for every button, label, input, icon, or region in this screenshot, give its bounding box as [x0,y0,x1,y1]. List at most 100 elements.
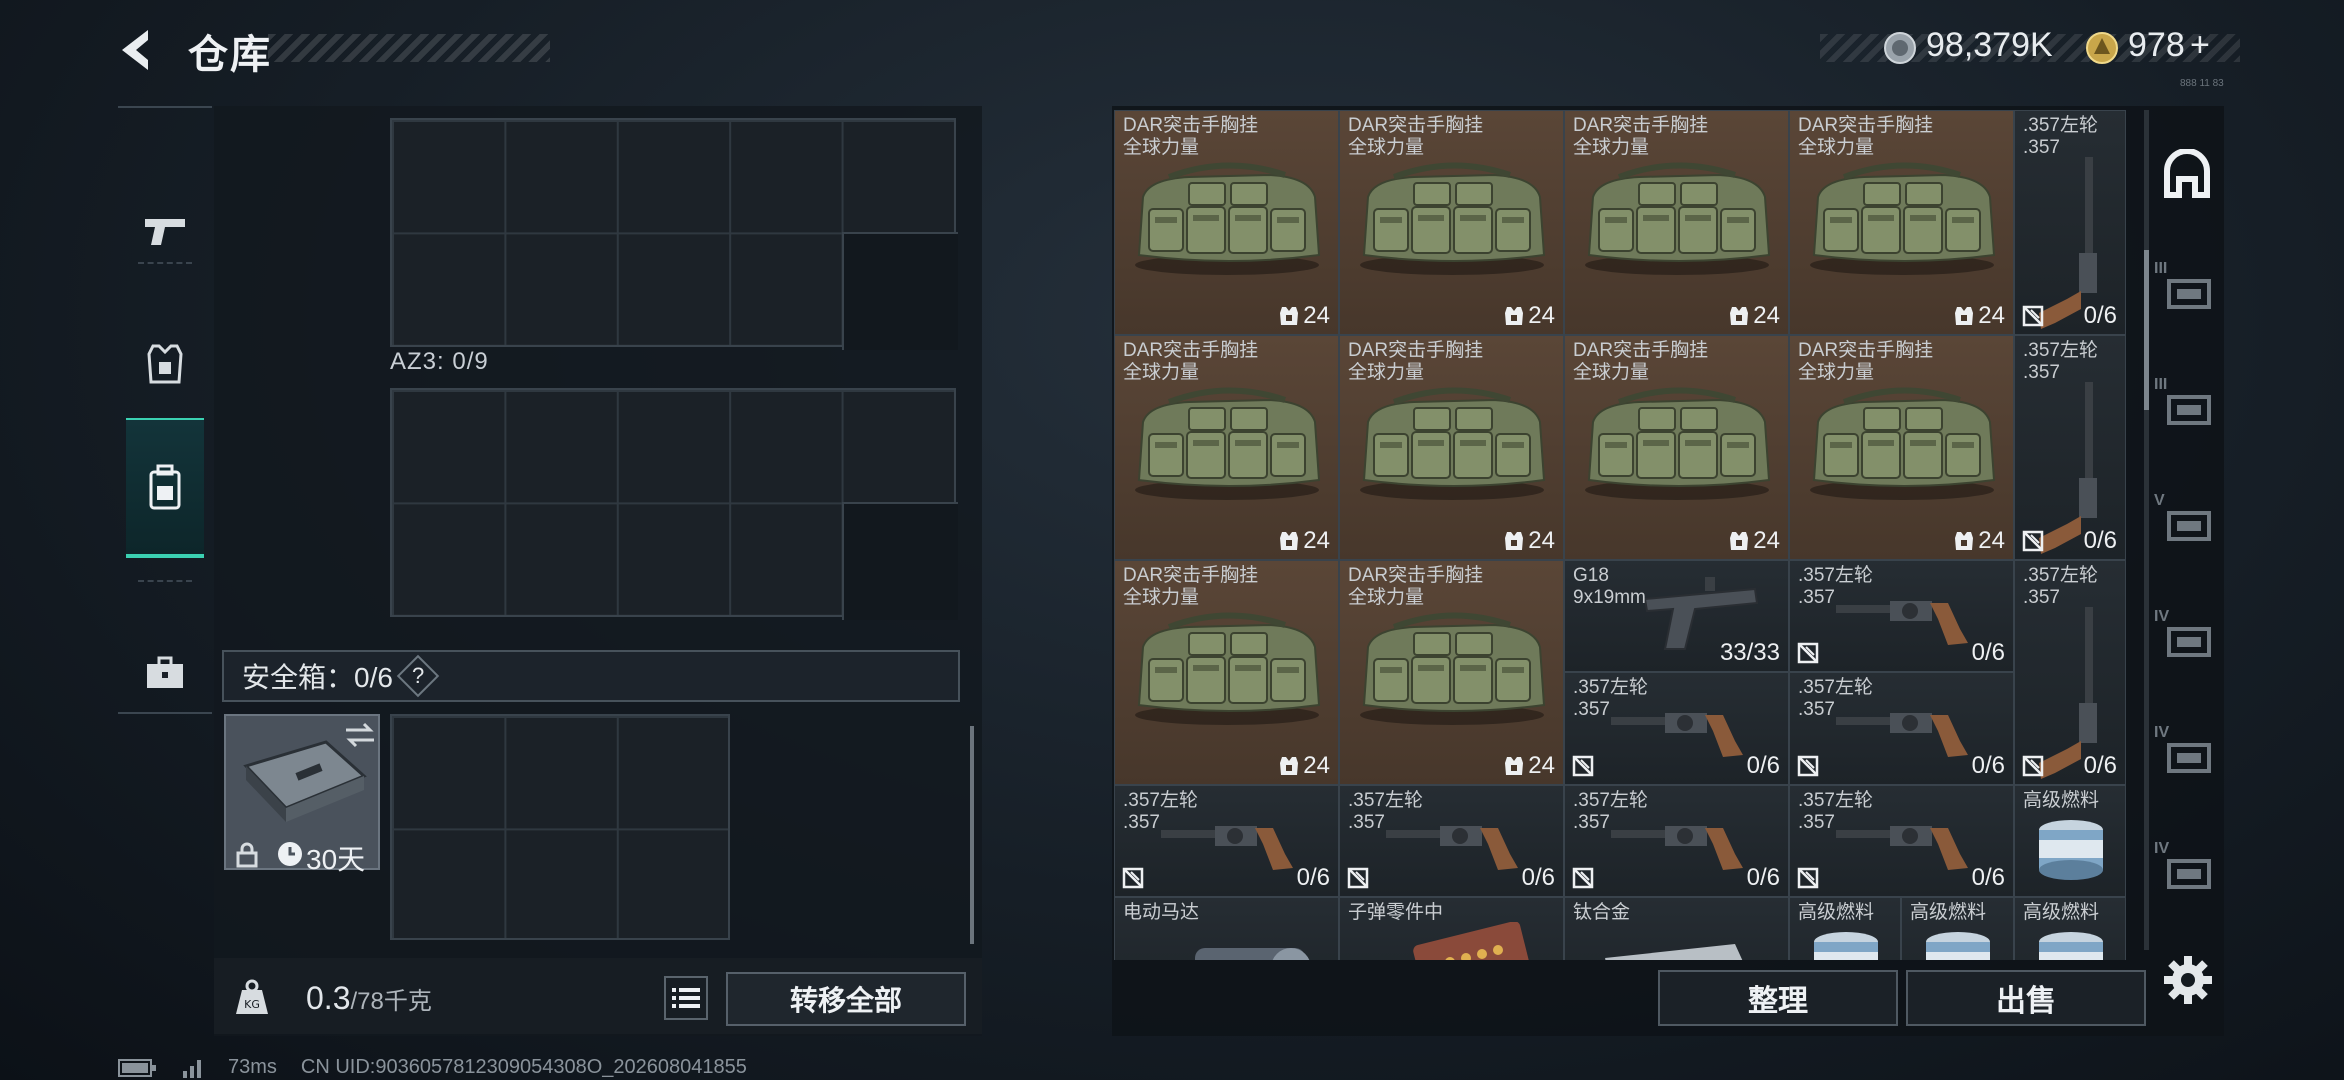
sort-button[interactable]: 整理 [1658,970,1898,1026]
item-value-text: 0/6 [1971,864,2005,891]
item-name-block: .357左轮 .357 [2023,340,2098,384]
item-subtitle: .357 [1798,699,1835,720]
tab-tier-label: V [2154,492,2165,509]
stash-item-fuel[interactable]: 高级燃料 [1901,897,2014,960]
status-footer: 73ms CN UID:9036057812309054308O_2026080… [118,1056,747,1079]
item-subtitle: 全球力量 [1348,587,1425,608]
stash-scroll-track [2144,110,2149,950]
item-value: 0/6 [1972,864,2005,892]
coin-icon [1882,30,1918,66]
premium-currency-icon [2084,30,2120,66]
stash-item-vest[interactable]: DAR突击手胸挂 全球力量 24 [1339,335,1564,560]
item-name: .357左轮 [1123,790,1198,811]
item-name-block: .357左轮 .357 [1798,677,1873,721]
stash-item-revolver[interactable]: .357左轮 .357 0/6 [1114,785,1339,897]
item-value: 0/6 [1297,864,1330,892]
item-value-text: 24 [1528,302,1555,329]
stash-item-vest[interactable]: DAR突击手胸挂 全球力量 24 [1789,335,2014,560]
durability-icon [1730,307,1749,325]
safe-box-label: 安全箱：0/6 [242,662,393,693]
back-button[interactable] [112,24,164,76]
fuel-can-image [1926,932,1990,960]
vest-bag-image [1810,387,1996,500]
safe-box-help-button[interactable]: ? [396,654,440,698]
right-tab-4[interactable]: V [2152,488,2222,558]
right-tab-6[interactable]: IV [2152,720,2222,790]
stash-item-revolver[interactable]: .357左轮 .357 0/6 [1564,672,1789,785]
clock-icon [278,842,302,866]
right-tab-7[interactable]: IV [2152,836,2222,906]
title-decoration [268,34,550,62]
armor-vest-icon [147,344,183,384]
nav-backpack[interactable] [126,418,204,558]
item-subtitle: 全球力量 [1348,362,1425,383]
item-name-block: G18 9x19mm [1573,565,1646,609]
no-ammo-icon [1572,867,1594,889]
right-tab-5[interactable]: IV [2152,604,2222,674]
vest-bag-image [1585,387,1771,500]
item-name: .357左轮 [1573,790,1648,811]
item-name: .357左轮 [1348,790,1423,811]
transfer-all-button[interactable]: 转移全部 [726,972,966,1026]
stash-scrollbar[interactable] [2144,250,2149,410]
stash-item-alloy[interactable]: 钛合金 [1564,897,1789,960]
swap-icon[interactable] [344,722,376,748]
stash-item-fuel[interactable]: 高级燃料 [2014,897,2126,960]
item-name: 高级燃料 [2023,902,2100,923]
stash-item-parts[interactable]: 子弹零件中 [1339,897,1564,960]
safe-box-item[interactable]: 30天 [224,714,380,875]
stash-item-revolver-v[interactable]: .357左轮 .357 0/6 [2014,560,2126,785]
right-tab-1[interactable] [2152,140,2222,210]
item-name-block: DAR突击手胸挂 全球力量 [1123,340,1258,384]
add-currency-button[interactable]: + [2190,26,2210,65]
item-value-text: 24 [1528,752,1555,779]
stash-item-revolver-v[interactable]: .357左轮 .357 0/6 [2014,335,2126,560]
stash-item-vest[interactable]: DAR突击手胸挂 全球力量 24 [1789,110,2014,335]
uid-readout: CN UID:9036057812309054308O_202608041855 [300,1056,747,1078]
item-value-text: 24 [1978,302,2005,329]
right-tab-3[interactable]: III [2152,372,2222,442]
item-name: DAR突击手胸挂 [1348,340,1484,361]
item-value-text: 0/6 [1296,864,1330,891]
stash-item-vest[interactable]: DAR突击手胸挂 全球力量 24 [1564,335,1789,560]
tab-tier-label: III [2154,260,2168,277]
sell-button[interactable]: 出售 [1906,970,2146,1026]
stash-item-vest[interactable]: DAR突击手胸挂 全球力量 24 [1114,110,1339,335]
stash-item-vest[interactable]: DAR突击手胸挂 全球力量 24 [1114,560,1339,785]
list-view-button[interactable] [664,976,708,1020]
weapon-tab-icon [2167,279,2211,309]
settings-button[interactable] [2160,952,2216,1008]
item-subtitle: 全球力量 [1798,137,1875,158]
stash-item-fuel[interactable]: 高级燃料 [1789,897,1901,960]
item-subtitle: 全球力量 [1123,587,1200,608]
stash-item-vest[interactable]: DAR突击手胸挂 全球力量 24 [1564,110,1789,335]
stash-item-revolver-v[interactable]: .357左轮 .357 0/6 [2014,110,2126,335]
weight-unit: 千克 [383,988,432,1015]
gear-icon [2164,956,2212,1004]
nav-weapon[interactable] [118,164,212,298]
stash-item-revolver[interactable]: .357左轮 .357 0/6 [1789,672,2014,785]
stash-item-vest[interactable]: DAR突击手胸挂 全球力量 24 [1114,335,1339,560]
stash-item-vest[interactable]: DAR突击手胸挂 全球力量 24 [1339,560,1564,785]
nav-case[interactable] [118,618,212,728]
item-subtitle: 全球力量 [1348,137,1425,158]
stash-item-revolver[interactable]: .357左轮 .357 0/6 [1339,785,1564,897]
item-name: .357左轮 [1573,677,1648,698]
right-tab-2[interactable]: III [2152,256,2222,326]
stash-item-motor[interactable]: 电动马达 [1114,897,1339,960]
stash-item-revolver[interactable]: .357左轮 .357 0/6 [1564,785,1789,897]
stash-item-vest[interactable]: DAR突击手胸挂 全球力量 24 [1339,110,1564,335]
item-name: 子弹零件中 [1348,902,1444,923]
stash-item-fuel[interactable]: 高级燃料 [2014,785,2126,897]
loadout-scrollbar[interactable] [970,726,974,944]
item-name-block: .357左轮 .357 [2023,115,2098,159]
stash-item-revolver[interactable]: .357左轮 .357 0/6 [1789,560,2014,672]
item-value-text: 0/6 [2083,302,2117,329]
nav-armor[interactable] [118,304,212,424]
stash-item-pistol[interactable]: G18 9x19mm 33/33 [1564,560,1789,672]
fuel-can-image [1814,932,1878,960]
stash-item-revolver[interactable]: .357左轮 .357 0/6 [1789,785,2014,897]
safe-box-grid[interactable] [390,714,730,940]
no-ammo-icon [1122,867,1144,889]
vest-bag-image [1360,387,1546,500]
